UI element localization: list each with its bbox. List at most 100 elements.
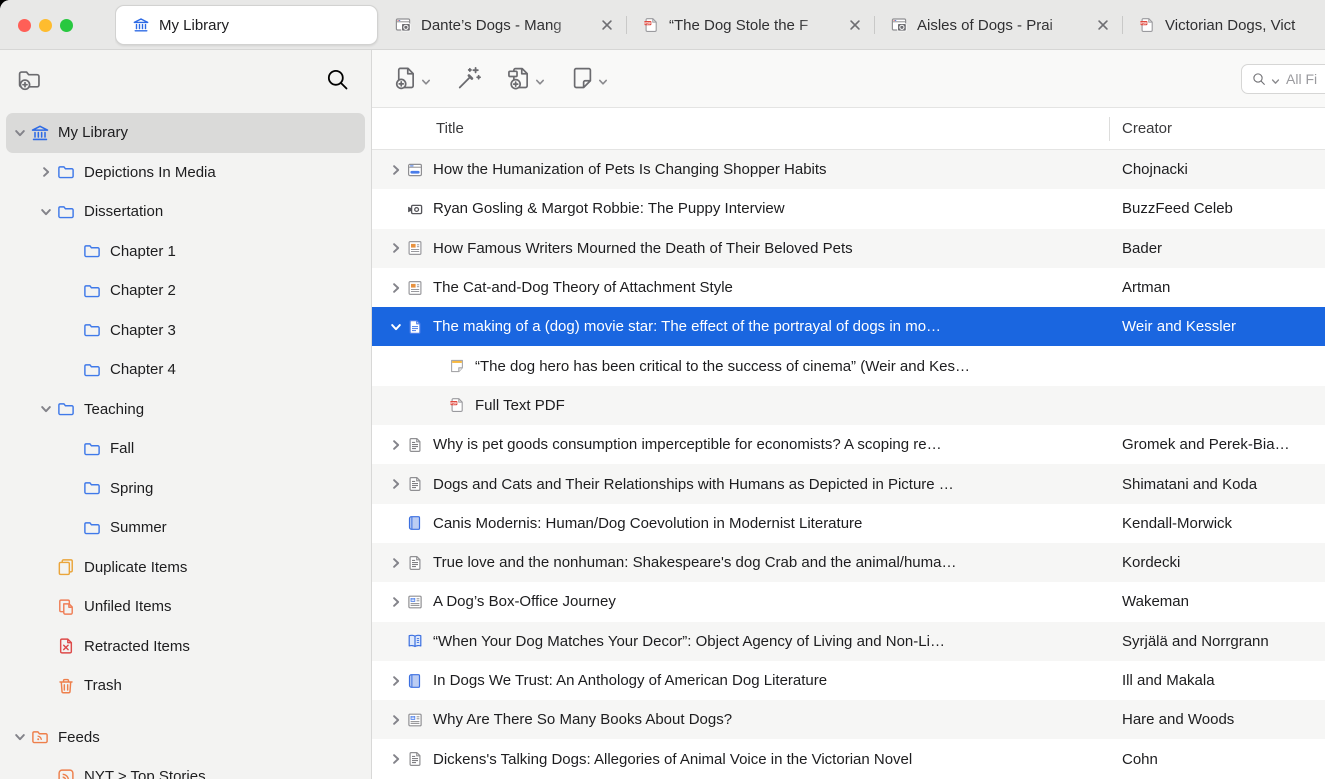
tab-strip: My Library Dante’s Dogs - Mang PDF “The … <box>115 0 1325 50</box>
sidebar-item-label: Feeds <box>58 729 100 746</box>
sidebar-item-teaching[interactable]: Teaching <box>6 390 365 430</box>
minimize-window-button[interactable] <box>39 19 52 32</box>
sidebar-item-my-library[interactable]: My Library <box>6 113 365 153</box>
table-row[interactable]: PDF Full Text PDF <box>372 386 1325 425</box>
chevron-right-icon[interactable] <box>390 596 406 608</box>
chevron-right-icon[interactable] <box>390 714 406 726</box>
close-window-button[interactable] <box>18 19 31 32</box>
chevron-down-icon[interactable] <box>421 77 431 87</box>
table-row[interactable]: A Dog’s Box-Office Journey Wakeman <box>372 582 1325 621</box>
twisty[interactable] <box>390 203 406 215</box>
tab-close-icon[interactable] <box>1096 18 1110 32</box>
table-row[interactable]: Why is pet goods consumption imperceptib… <box>372 425 1325 464</box>
tab-my-library[interactable]: My Library <box>115 5 378 45</box>
chevron-right-icon[interactable] <box>390 242 406 254</box>
tab-dante-s-dogs-mang[interactable]: Dante’s Dogs - Mang <box>378 0 626 50</box>
chevron-down-icon[interactable] <box>14 731 30 743</box>
chevron-down-icon[interactable] <box>40 403 56 415</box>
twisty[interactable] <box>40 561 56 573</box>
tab-label: My Library <box>159 17 365 34</box>
new-collection-icon <box>16 66 43 93</box>
twisty[interactable] <box>40 640 56 652</box>
sidebar-item-retracted-items[interactable]: Retracted Items <box>6 627 365 667</box>
table-row[interactable]: “When Your Dog Matches Your Decor”: Obje… <box>372 622 1325 661</box>
twisty[interactable] <box>40 601 56 613</box>
new-note-button[interactable] <box>569 65 608 92</box>
table-row[interactable]: “The dog hero has been critical to the s… <box>372 346 1325 385</box>
table-row[interactable]: Dogs and Cats and Their Relationships wi… <box>372 464 1325 503</box>
tab-aisles-of-dogs-prai[interactable]: Aisles of Dogs - Prai <box>874 0 1122 50</box>
sidebar-item-summer[interactable]: Summer <box>6 508 365 548</box>
folder-icon <box>56 399 76 419</box>
twisty[interactable] <box>390 635 406 647</box>
twisty[interactable] <box>66 482 82 494</box>
sidebar-item-feeds[interactable]: Feeds <box>6 718 365 758</box>
search-input[interactable] <box>1284 70 1325 88</box>
sidebar-item-spring[interactable]: Spring <box>6 469 365 509</box>
column-header-title[interactable]: Title <box>372 120 464 137</box>
table-row[interactable]: The making of a (dog) movie star: The ef… <box>372 307 1325 346</box>
chevron-down-icon[interactable] <box>14 127 30 139</box>
tab-victorian-dogs-vict[interactable]: PDF Victorian Dogs, Vict <box>1122 0 1325 50</box>
sidebar-item-unfiled-items[interactable]: Unfiled Items <box>6 587 365 627</box>
tab-close-icon[interactable] <box>848 18 862 32</box>
new-attachment-button[interactable] <box>506 65 545 92</box>
chevron-right-icon[interactable] <box>390 478 406 490</box>
chevron-right-icon[interactable] <box>390 439 406 451</box>
twisty[interactable] <box>432 399 448 411</box>
title-cell: In Dogs We Trust: An Anthology of Americ… <box>372 672 1109 690</box>
chevron-right-icon[interactable] <box>390 753 406 765</box>
chevron-right-icon[interactable] <box>390 164 406 176</box>
twisty[interactable] <box>66 443 82 455</box>
table-row[interactable]: Why Are There So Many Books About Dogs? … <box>372 700 1325 739</box>
twisty[interactable] <box>390 517 406 529</box>
chevron-down-icon[interactable] <box>40 206 56 218</box>
twisty[interactable] <box>66 245 82 257</box>
search-field[interactable] <box>1241 64 1325 94</box>
item-title: In Dogs We Trust: An Anthology of Americ… <box>433 672 827 689</box>
sidebar-item-chapter-2[interactable]: Chapter 2 <box>6 271 365 311</box>
sidebar-item-chapter-3[interactable]: Chapter 3 <box>6 311 365 351</box>
twisty[interactable] <box>40 680 56 692</box>
collections-search-button[interactable] <box>324 66 351 93</box>
item-creator: Chojnacki <box>1122 161 1319 178</box>
chevron-down-icon[interactable] <box>1271 77 1280 86</box>
twisty[interactable] <box>66 285 82 297</box>
chevron-right-icon[interactable] <box>390 675 406 687</box>
sidebar-item-depictions-in-media[interactable]: Depictions In Media <box>6 153 365 193</box>
sidebar-item-nyt-top-stories[interactable]: NYT > Top Stories <box>6 757 365 779</box>
twisty[interactable] <box>40 771 56 779</box>
sidebar-item-chapter-4[interactable]: Chapter 4 <box>6 350 365 390</box>
add-by-identifier-button[interactable] <box>455 65 482 92</box>
sidebar-item-fall[interactable]: Fall <box>6 429 365 469</box>
table-row[interactable]: How the Humanization of Pets Is Changing… <box>372 150 1325 189</box>
table-row[interactable]: The Cat-and-Dog Theory of Attachment Sty… <box>372 268 1325 307</box>
column-header-creator[interactable]: Creator <box>1122 120 1172 137</box>
chevron-down-icon[interactable] <box>390 321 406 333</box>
chevron-down-icon[interactable] <box>598 77 608 87</box>
sidebar-item-chapter-1[interactable]: Chapter 1 <box>6 232 365 272</box>
twisty[interactable] <box>66 324 82 336</box>
column-divider[interactable] <box>1109 117 1110 141</box>
chevron-down-icon[interactable] <box>535 77 545 87</box>
table-row[interactable]: In Dogs We Trust: An Anthology of Americ… <box>372 661 1325 700</box>
table-row[interactable]: How Famous Writers Mourned the Death of … <box>372 229 1325 268</box>
sidebar-item-duplicate-items[interactable]: Duplicate Items <box>6 548 365 588</box>
new-collection-button[interactable] <box>16 66 43 93</box>
twisty[interactable] <box>432 360 448 372</box>
zoom-window-button[interactable] <box>60 19 73 32</box>
sidebar-item-trash[interactable]: Trash <box>6 666 365 706</box>
table-row[interactable]: Dickens's Talking Dogs: Allegories of An… <box>372 739 1325 778</box>
new-item-button[interactable] <box>392 65 431 92</box>
twisty[interactable] <box>66 522 82 534</box>
chevron-right-icon[interactable] <box>390 557 406 569</box>
table-row[interactable]: True love and the nonhuman: Shakespeare'… <box>372 543 1325 582</box>
chevron-right-icon[interactable] <box>40 166 56 178</box>
twisty[interactable] <box>66 364 82 376</box>
tab-close-icon[interactable] <box>600 18 614 32</box>
table-row[interactable]: Ryan Gosling & Margot Robbie: The Puppy … <box>372 189 1325 228</box>
tab-the-dog-stole-the-f[interactable]: PDF “The Dog Stole the F <box>626 0 874 50</box>
sidebar-item-dissertation[interactable]: Dissertation <box>6 192 365 232</box>
table-row[interactable]: Canis Modernis: Human/Dog Coevolution in… <box>372 504 1325 543</box>
chevron-right-icon[interactable] <box>390 282 406 294</box>
